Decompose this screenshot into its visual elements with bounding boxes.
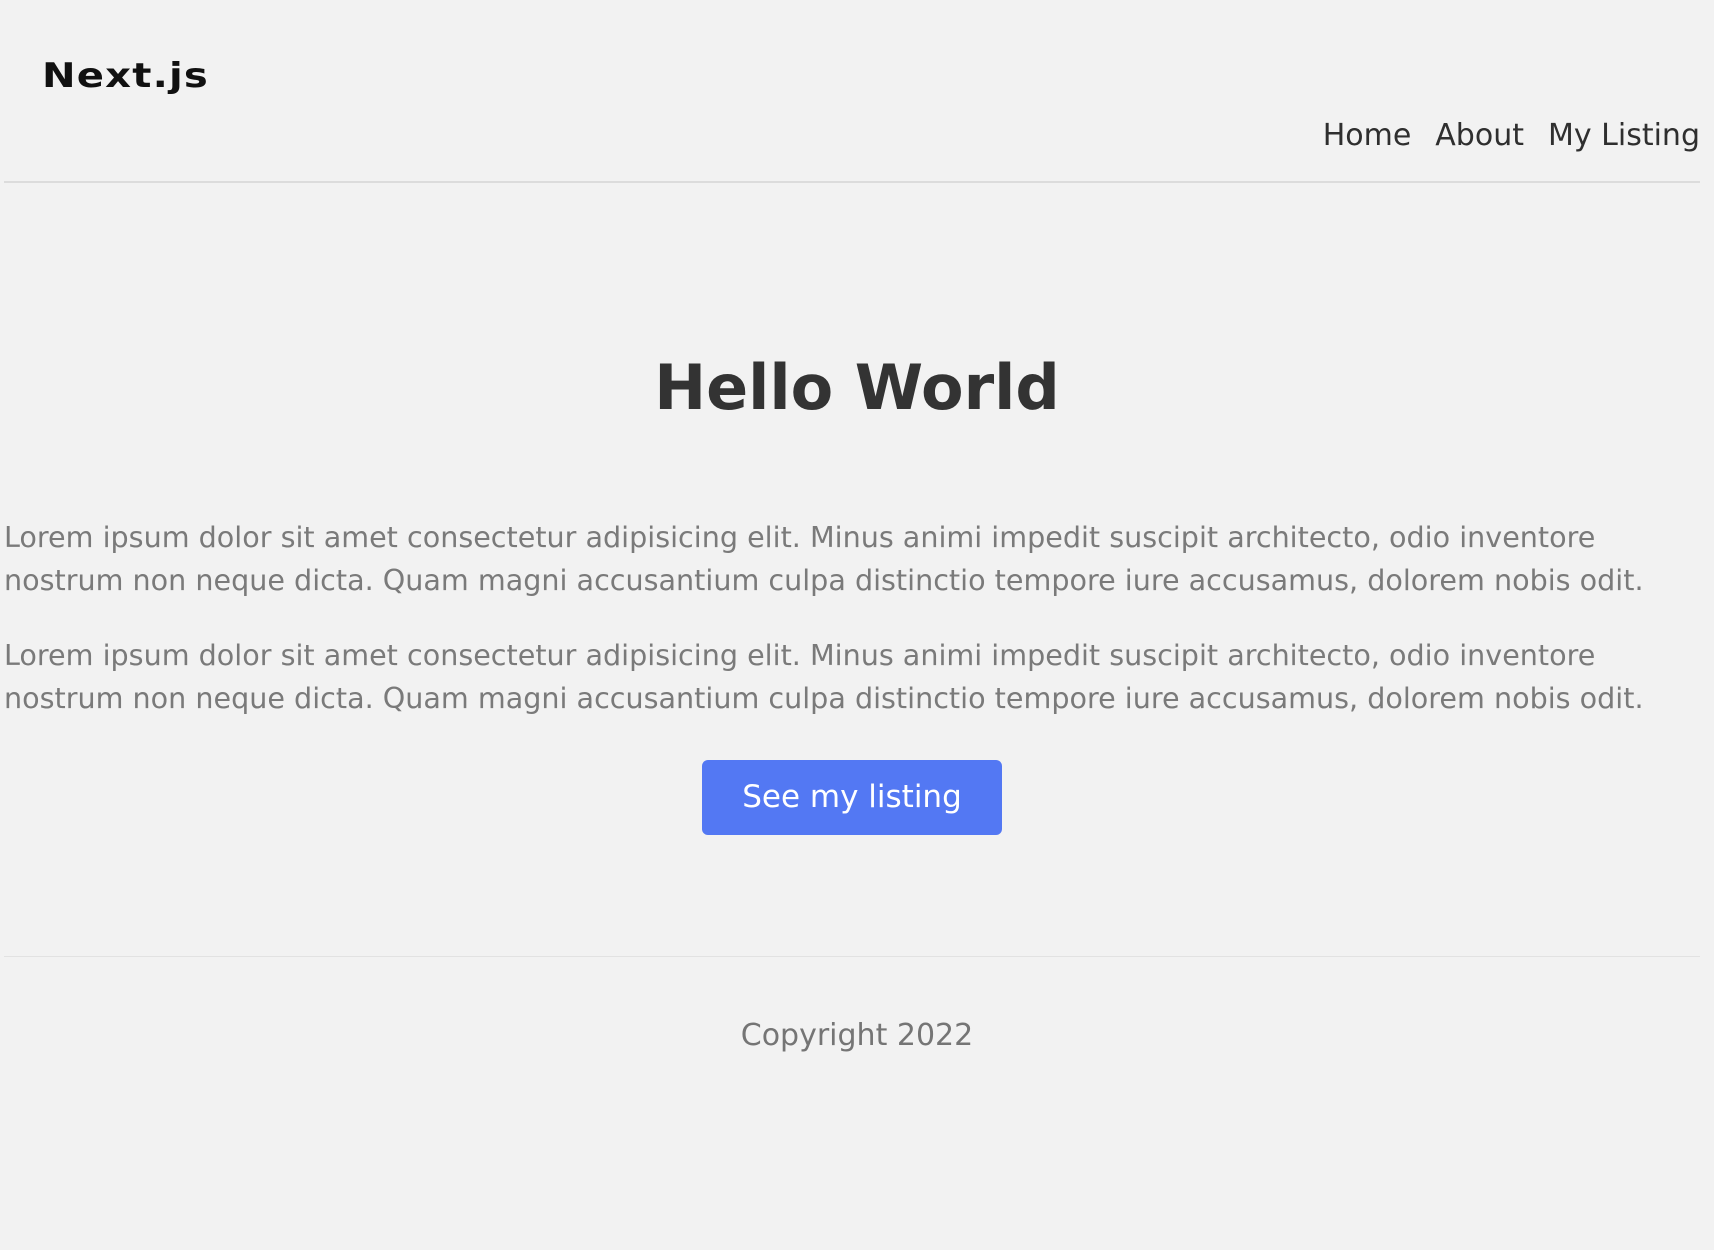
- see-my-listing-button[interactable]: See my listing: [702, 760, 1002, 835]
- nav-link-home[interactable]: Home: [1323, 118, 1412, 153]
- intro-paragraph-1: Lorem ipsum dolor sit amet consectetur a…: [4, 520, 1644, 597]
- footer-divider: [4, 956, 1700, 957]
- logo-text: Next.js: [42, 56, 209, 96]
- nav-link-my-listing[interactable]: My Listing: [1548, 118, 1700, 153]
- nav-link-about[interactable]: About: [1435, 118, 1524, 153]
- intro-paragraph-2: Lorem ipsum dolor sit amet consectetur a…: [4, 638, 1644, 715]
- page-title: Hello World: [654, 351, 1060, 424]
- site-header: Next.js Home About My Listing: [4, 0, 1700, 183]
- page: Next.js Home About My Listing Hello Worl…: [0, 0, 1714, 1250]
- main-nav: Home About My Listing: [1323, 118, 1700, 153]
- copyright-text: Copyright 2022: [740, 1018, 974, 1053]
- nextjs-logo[interactable]: Next.js: [42, 56, 272, 104]
